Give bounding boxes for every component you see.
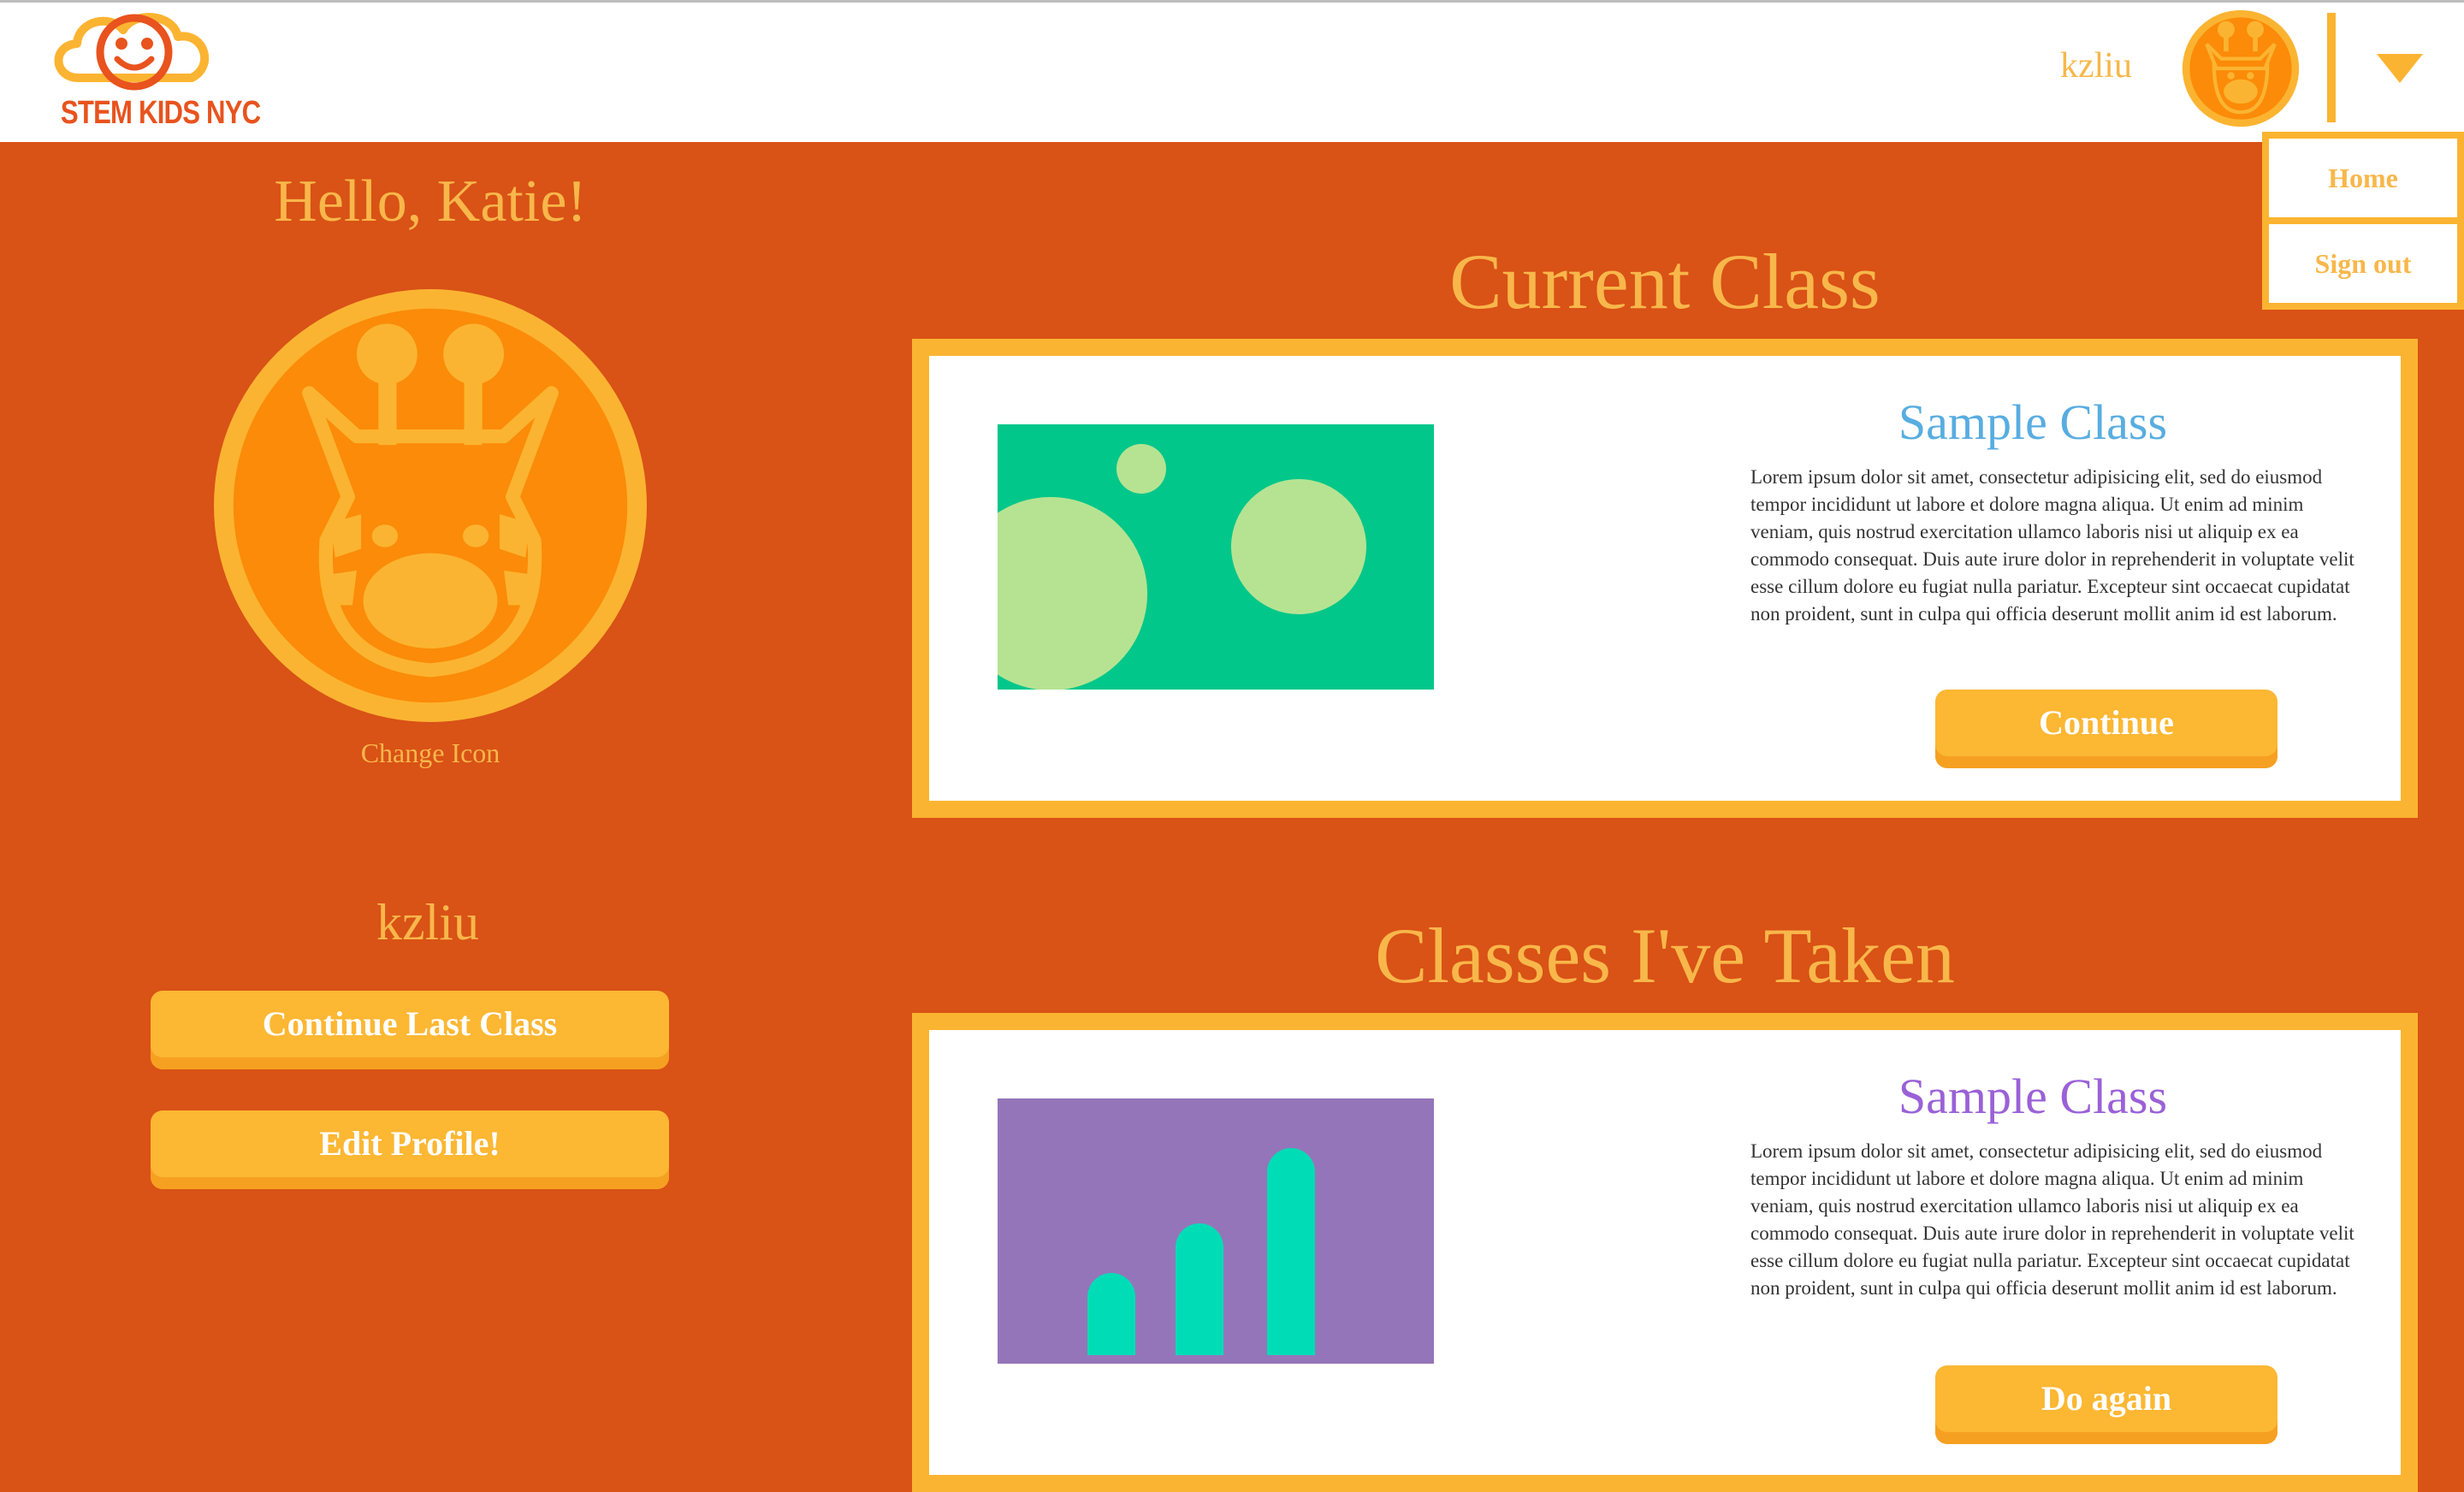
class-thumbnail [998, 1098, 1434, 1379]
classes-taken-heading: Classes I've Taken [1375, 912, 1955, 999]
giraffe-icon [214, 289, 647, 722]
continue-last-class-button[interactable]: Continue Last Class [151, 991, 669, 1069]
current-class-card: Sample Class Lorem ipsum dolor sit amet,… [912, 339, 2418, 818]
class-title: Sample Class [1898, 1069, 2168, 1124]
header-username: kzliu [2060, 46, 2132, 86]
logo-text: STEM KIDS NYC [60, 95, 261, 131]
edit-profile-button[interactable]: Edit Profile! [151, 1110, 669, 1189]
class-thumbnail [954, 424, 1434, 690]
greeting-heading: Hello, Katie! [274, 169, 587, 234]
smiley-cloud-logo-icon [54, 13, 210, 91]
taken-class-card: Sample Class Lorem ipsum dolor sit amet,… [912, 1013, 2418, 1492]
profile-username: kzliu [376, 894, 479, 950]
bubbles-icon [954, 424, 1434, 690]
top-bar: STEM KIDS NYC kzliu [0, 0, 2464, 142]
change-icon-link[interactable]: Change Icon [0, 737, 861, 769]
bar-chart-icon [998, 1098, 1434, 1379]
do-again-button[interactable]: Do again [1935, 1365, 2277, 1444]
site-logo[interactable]: STEM KIDS NYC [44, 9, 261, 138]
menu-item-home[interactable]: Home [2262, 132, 2464, 224]
class-description: Lorem ipsum dolor sit amet, consectetur … [1750, 1140, 2354, 1299]
current-class-heading: Current Class [1449, 238, 1881, 325]
header-divider [2327, 13, 2336, 122]
caret-down-icon [2377, 54, 2423, 83]
class-title: Sample Class [1898, 394, 2168, 450]
header-avatar[interactable] [2180, 8, 2301, 129]
dropdown-toggle-button[interactable] [2370, 45, 2430, 97]
profile-avatar [214, 289, 647, 722]
class-description: Lorem ipsum dolor sit amet, consectetur … [1750, 466, 2354, 625]
giraffe-icon [2182, 9, 2300, 127]
continue-button[interactable]: Continue [1935, 690, 2277, 768]
